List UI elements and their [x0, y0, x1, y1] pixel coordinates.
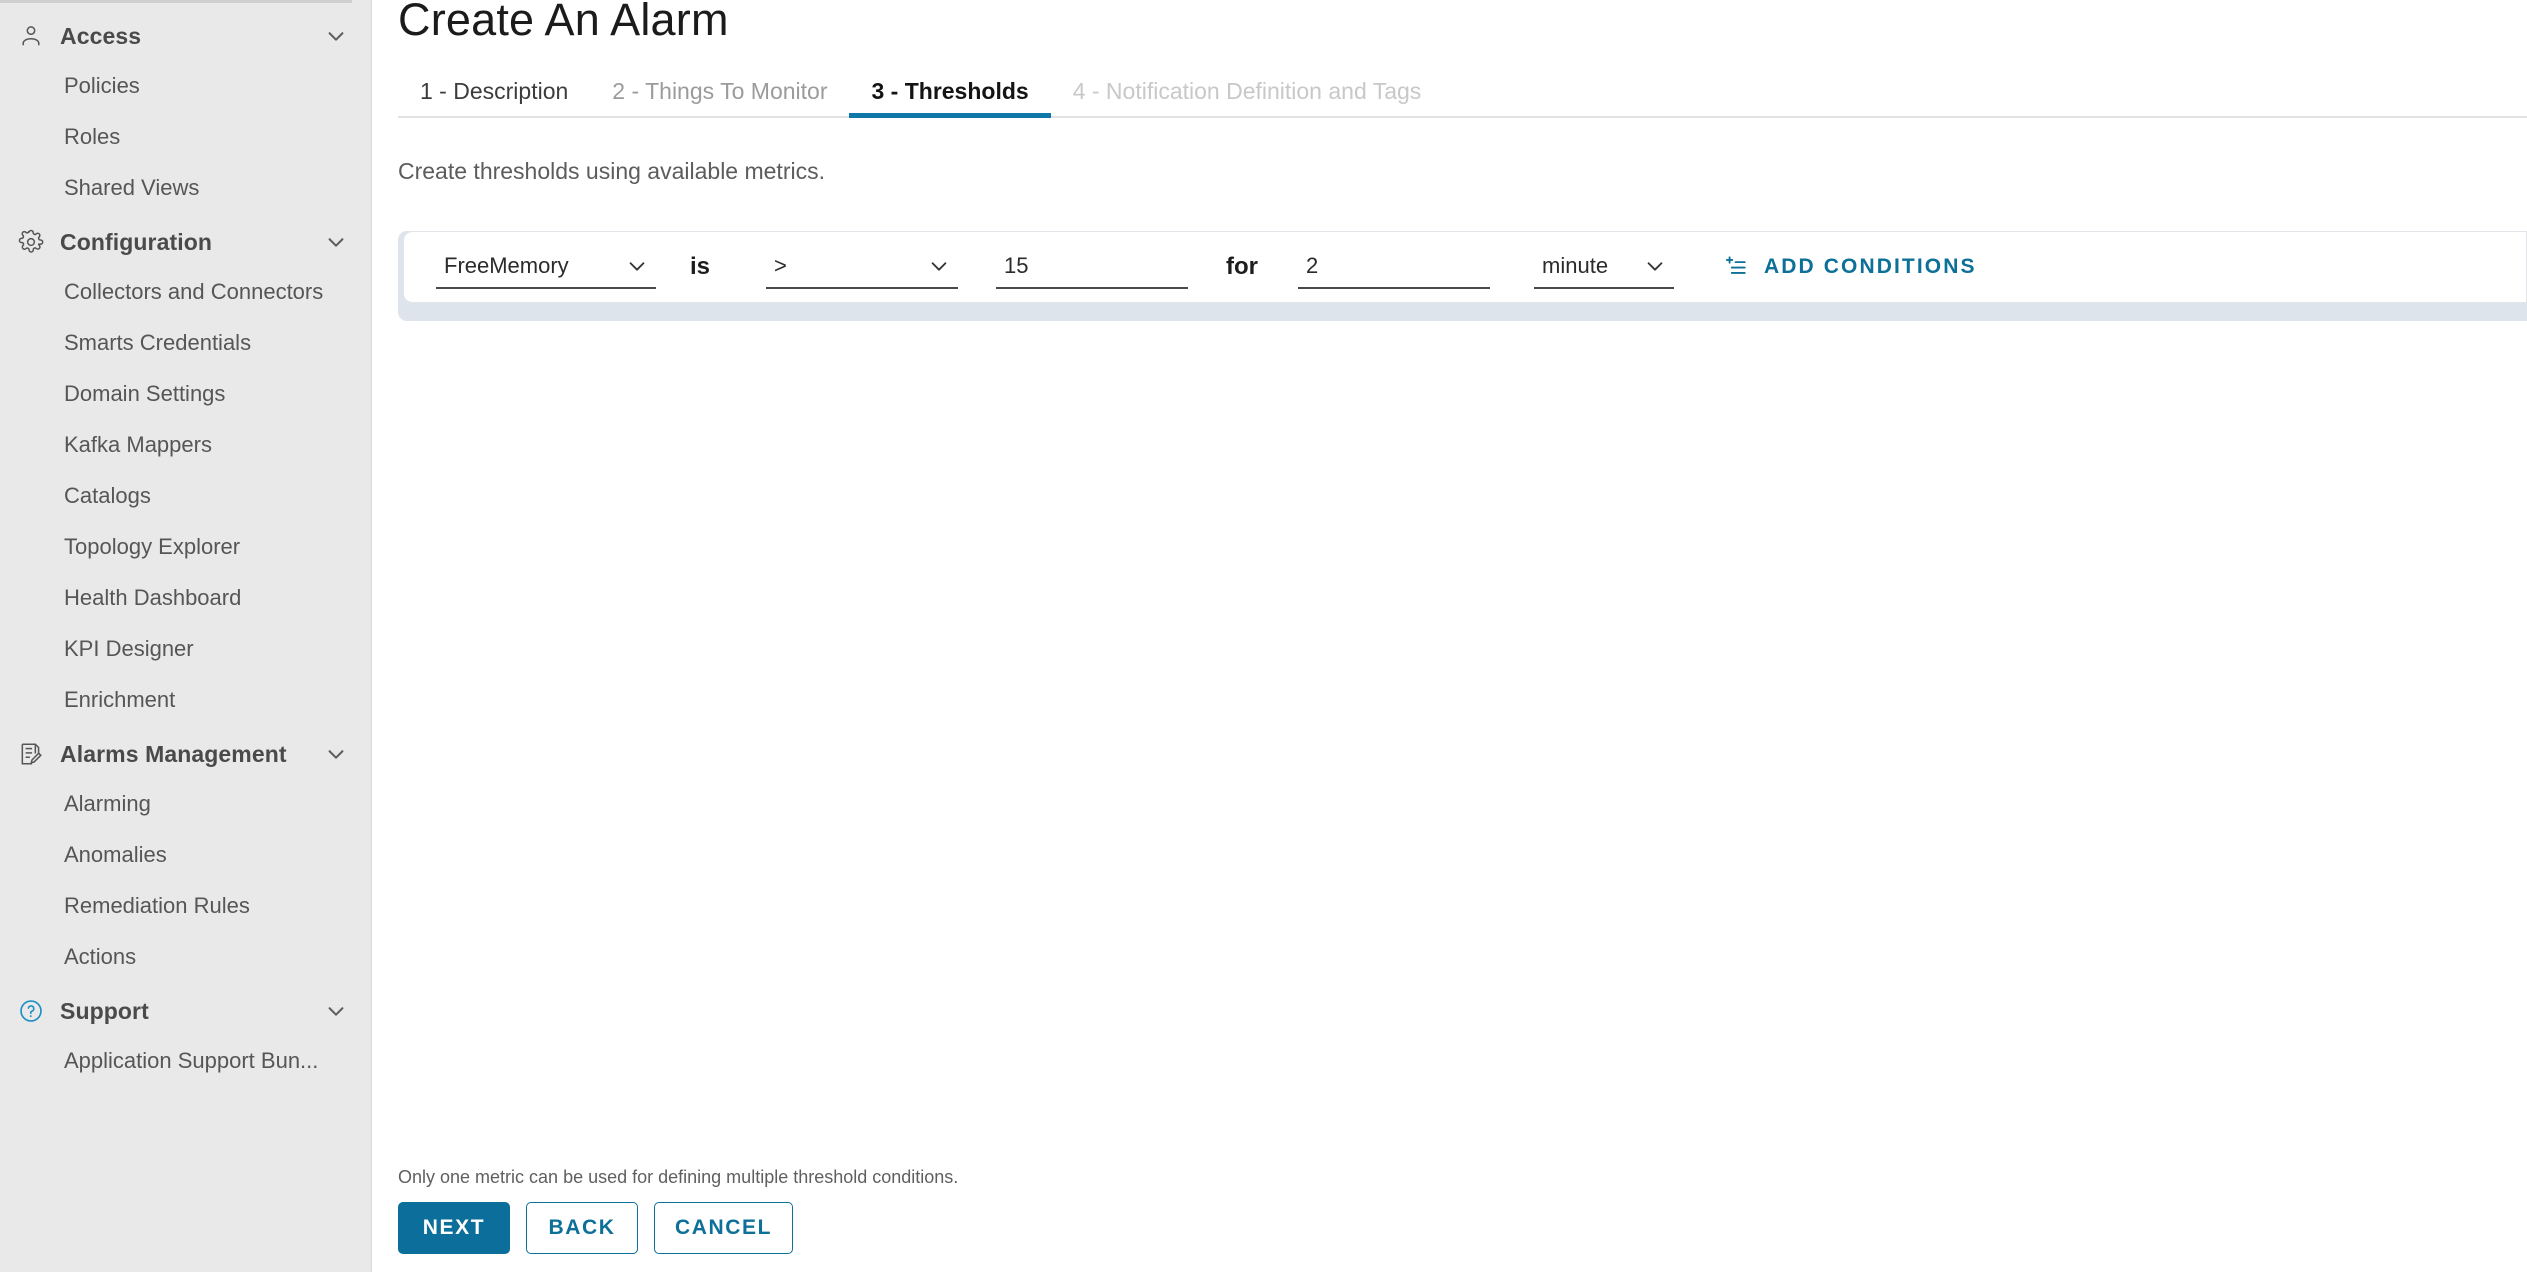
- sidebar-group-configuration[interactable]: Configuration: [0, 219, 371, 265]
- tab-notification-definition-and-tags: 4 - Notification Definition and Tags: [1072, 78, 1422, 104]
- sidebar-group-support[interactable]: Support: [0, 988, 371, 1034]
- metric-select[interactable]: FreeMemory: [436, 245, 656, 289]
- duration-unit-value: minute: [1542, 253, 1609, 278]
- user-icon: [16, 21, 46, 51]
- sidebar-item-actions[interactable]: Actions: [0, 938, 371, 975]
- back-button[interactable]: BACK: [526, 1202, 638, 1254]
- sidebar-group-label: Support: [60, 997, 149, 1024]
- next-button[interactable]: NEXT: [398, 1202, 510, 1254]
- duration-input[interactable]: 2: [1298, 245, 1491, 289]
- chevron-down-icon: [926, 255, 952, 277]
- metric-select-value: FreeMemory: [444, 253, 569, 278]
- add-conditions-label: ADD CONDITIONS: [1764, 255, 1977, 278]
- instruction-text: Create thresholds using available metric…: [398, 158, 825, 184]
- sidebar-item-kafka-mappers[interactable]: Kafka Mappers: [0, 426, 371, 463]
- sidebar-group-label: Access: [60, 22, 142, 49]
- duration-value-text: 2: [1306, 253, 1319, 278]
- sidebar-item-anomalies[interactable]: Anomalies: [0, 836, 371, 873]
- threshold-value-input[interactable]: 15: [996, 245, 1189, 289]
- tab-things-to-monitor[interactable]: 2 - Things To Monitor: [590, 78, 849, 118]
- wizard-footer: Only one metric can be used for defining…: [398, 1167, 1398, 1254]
- operator-select-value: >: [774, 253, 787, 278]
- wizard-tabs: 1 - Description 2 - Things To Monitor 3 …: [398, 64, 2527, 118]
- footer-button-row: NEXT BACK CANCEL: [398, 1202, 1398, 1254]
- chevron-down-icon[interactable]: [323, 741, 349, 767]
- app-root: Access Policies Roles Shared Views Confi…: [0, 0, 2527, 1272]
- main-content: Create An Alarm 1 - Description 2 - Thin…: [372, 0, 2527, 1272]
- sidebar-item-application-support-bundle[interactable]: Application Support Bun...: [0, 1042, 371, 1079]
- sidebar-item-catalogs[interactable]: Catalogs: [0, 477, 371, 514]
- note-edit-icon: [16, 739, 46, 769]
- chevron-down-icon[interactable]: [323, 23, 349, 49]
- threshold-condition-row: FreeMemory is > 15 for 2 minute ADD COND…: [404, 231, 2527, 303]
- sidebar-group-access[interactable]: Access: [0, 13, 371, 59]
- sidebar-group-alarms-management[interactable]: Alarms Management: [0, 731, 371, 777]
- tab-thresholds[interactable]: 3 - Thresholds: [849, 78, 1051, 118]
- sidebar-item-collectors-and-connectors[interactable]: Collectors and Connectors: [0, 273, 371, 310]
- label-is: is: [690, 253, 711, 280]
- footer-note: Only one metric can be used for defining…: [398, 1167, 959, 1187]
- operator-select[interactable]: >: [766, 245, 959, 289]
- threshold-value-text: 15: [1004, 253, 1029, 278]
- chevron-down-icon[interactable]: [323, 229, 349, 255]
- cancel-button[interactable]: CANCEL: [654, 1202, 794, 1254]
- sidebar-item-remediation-rules[interactable]: Remediation Rules: [0, 887, 371, 924]
- sidebar-group-label: Configuration: [60, 228, 213, 255]
- add-conditions-button[interactable]: ADD CONDITIONS: [1720, 252, 1977, 282]
- sidebar-top-divider: [0, 0, 352, 3]
- sidebar-item-smarts-credentials[interactable]: Smarts Credentials: [0, 324, 371, 361]
- sidebar-item-roles[interactable]: Roles: [0, 118, 371, 155]
- sidebar-group-label: Alarms Management: [60, 740, 287, 767]
- sidebar-item-kpi-designer[interactable]: KPI Designer: [0, 630, 371, 667]
- add-list-icon: [1720, 252, 1750, 282]
- chevron-down-icon: [1642, 255, 1668, 277]
- sidebar-item-shared-views[interactable]: Shared Views: [0, 169, 371, 206]
- label-for: for: [1226, 253, 1259, 280]
- duration-unit-select[interactable]: minute: [1534, 245, 1675, 289]
- chevron-down-icon[interactable]: [323, 998, 349, 1024]
- sidebar-item-domain-settings[interactable]: Domain Settings: [0, 375, 371, 412]
- sidebar: Access Policies Roles Shared Views Confi…: [0, 0, 372, 1272]
- chevron-down-icon: [624, 255, 650, 277]
- help-circle-icon: [16, 996, 46, 1026]
- threshold-condition-container: FreeMemory is > 15 for 2 minute ADD COND…: [398, 231, 2527, 321]
- sidebar-item-health-dashboard[interactable]: Health Dashboard: [0, 579, 371, 616]
- sidebar-item-alarming[interactable]: Alarming: [0, 785, 371, 822]
- sidebar-item-topology-explorer[interactable]: Topology Explorer: [0, 528, 371, 565]
- gear-icon: [16, 227, 46, 257]
- sidebar-item-policies[interactable]: Policies: [0, 67, 371, 104]
- tab-description[interactable]: 1 - Description: [398, 78, 590, 118]
- sidebar-item-enrichment[interactable]: Enrichment: [0, 681, 371, 718]
- page-title: Create An Alarm: [398, 0, 729, 45]
